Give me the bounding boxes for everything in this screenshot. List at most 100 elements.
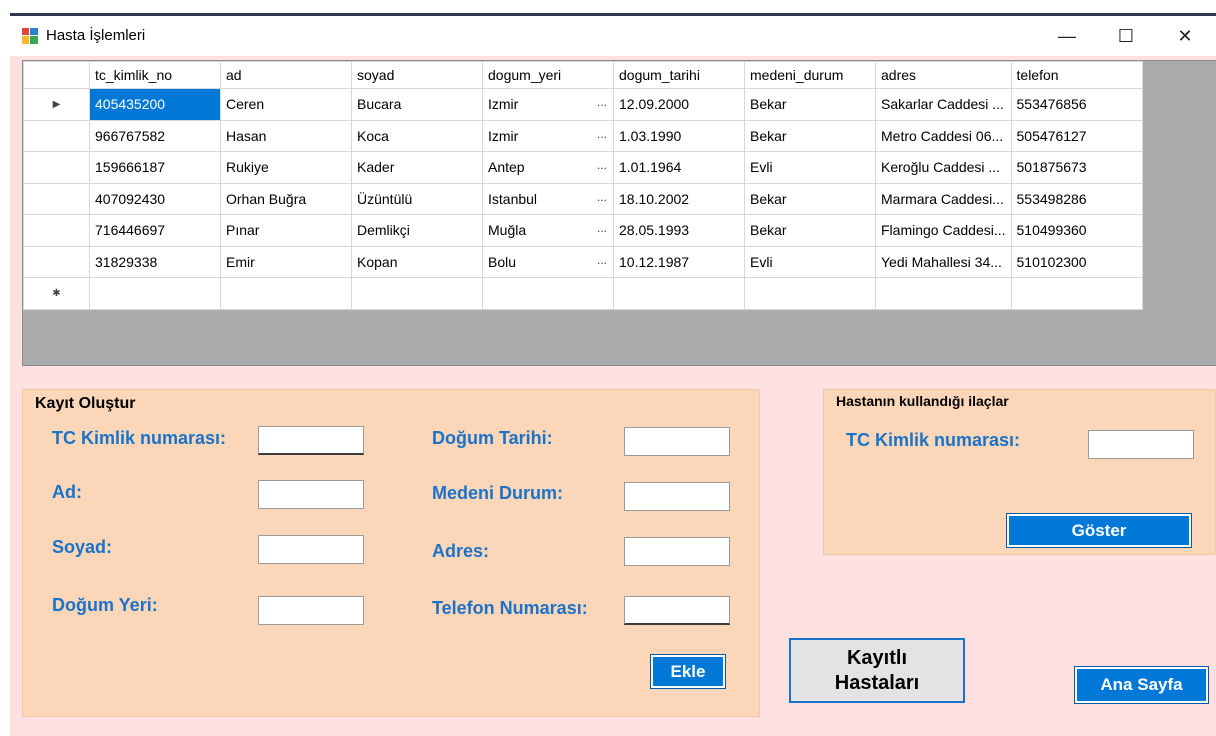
table-row[interactable]: 31829338 Emir Kopan Bolu... 10.12.1987 E…: [23, 245, 1143, 278]
grid-cell[interactable]: [744, 277, 876, 310]
grid-cell[interactable]: 10.12.1987: [613, 245, 745, 278]
ellipsis-button[interactable]: ...: [597, 253, 607, 267]
grid-cell[interactable]: 553476856: [1010, 88, 1143, 121]
maximize-button[interactable]: ☐: [1103, 20, 1149, 52]
grid-cell[interactable]: 505476127: [1010, 119, 1143, 152]
grid-cell[interactable]: Pınar: [220, 214, 352, 247]
grid-cell[interactable]: Izmir...: [482, 88, 614, 121]
ellipsis-button[interactable]: ...: [597, 95, 607, 109]
grid-cell[interactable]: Bekar: [744, 182, 876, 215]
column-header-tc-kimlik-no[interactable]: tc_kimlik_no: [89, 61, 221, 89]
grid-cell[interactable]: Keroğlu Caddesi ...: [875, 151, 1012, 184]
table-row[interactable]: 159666187 Rukiye Kader Antep... 1.01.196…: [23, 151, 1143, 184]
grid-cell[interactable]: 1.03.1990: [613, 119, 745, 152]
patients-data-grid[interactable]: tc_kimlik_no ad soyad dogum_yeri dogum_t…: [22, 60, 1216, 366]
grid-cell[interactable]: 716446697: [89, 214, 221, 247]
grid-cell[interactable]: Evli: [744, 245, 876, 278]
table-row[interactable]: 716446697 Pınar Demlikçi Muğla... 28.05.…: [23, 214, 1143, 247]
grid-cell[interactable]: Yedi Mahallesi 34...: [875, 245, 1012, 278]
telefon-input[interactable]: [624, 596, 730, 625]
column-header-soyad[interactable]: soyad: [351, 61, 483, 89]
grid-cell[interactable]: 405435200: [89, 88, 221, 121]
grid-cell[interactable]: 28.05.1993: [613, 214, 745, 247]
column-header-dogum-yeri[interactable]: dogum_yeri: [482, 61, 614, 89]
grid-cell[interactable]: Bekar: [744, 88, 876, 121]
grid-cell[interactable]: [875, 277, 1012, 310]
grid-cell[interactable]: 12.09.2000: [613, 88, 745, 121]
column-header-ad[interactable]: ad: [220, 61, 352, 89]
row-header[interactable]: [23, 245, 90, 278]
grid-cell[interactable]: Orhan Buğra: [220, 182, 352, 215]
grid-cell[interactable]: Üzüntülü: [351, 182, 483, 215]
grid-cell[interactable]: Bolu...: [482, 245, 614, 278]
grid-cell[interactable]: 510102300: [1010, 245, 1143, 278]
grid-cell[interactable]: [220, 277, 352, 310]
ad-input[interactable]: [258, 480, 364, 509]
ellipsis-button[interactable]: ...: [597, 190, 607, 204]
grid-cell[interactable]: Hasan: [220, 119, 352, 152]
grid-cell[interactable]: Metro Caddesi 06...: [875, 119, 1012, 152]
grid-cell[interactable]: Antep...: [482, 151, 614, 184]
grid-cell[interactable]: 407092430: [89, 182, 221, 215]
grid-corner-header[interactable]: [23, 61, 90, 89]
soyad-input[interactable]: [258, 535, 364, 564]
dogum-tarihi-input[interactable]: [624, 427, 730, 456]
table-row[interactable]: 966767582 Hasan Koca Izmir... 1.03.1990 …: [23, 119, 1143, 152]
new-table-row[interactable]: ✱: [23, 277, 1143, 310]
adres-input[interactable]: [624, 537, 730, 566]
column-header-telefon[interactable]: telefon: [1010, 61, 1143, 89]
grid-cell[interactable]: Istanbul...: [482, 182, 614, 215]
grid-cell[interactable]: [1010, 277, 1143, 310]
grid-cell[interactable]: [89, 277, 221, 310]
current-row-icon[interactable]: ▶: [23, 88, 90, 121]
grid-cell[interactable]: Izmir...: [482, 119, 614, 152]
ana-sayfa-button[interactable]: Ana Sayfa: [1074, 666, 1209, 704]
ellipsis-button[interactable]: ...: [597, 158, 607, 172]
table-row[interactable]: 407092430 Orhan Buğra Üzüntülü Istanbul.…: [23, 182, 1143, 215]
row-header[interactable]: [23, 214, 90, 247]
column-header-adres[interactable]: adres: [875, 61, 1012, 89]
row-header[interactable]: [23, 182, 90, 215]
grid-cell[interactable]: Rukiye: [220, 151, 352, 184]
goster-button[interactable]: Göster: [1006, 513, 1192, 548]
ekle-button[interactable]: Ekle: [650, 654, 726, 689]
grid-cell[interactable]: Demlikçi: [351, 214, 483, 247]
grid-cell[interactable]: Evli: [744, 151, 876, 184]
grid-cell[interactable]: 31829338: [89, 245, 221, 278]
kayitli-hastalar-button[interactable]: Kayıtlı Hastaları: [789, 638, 965, 703]
grid-cell[interactable]: [482, 277, 614, 310]
ilaclar-tc-kimlik-input[interactable]: [1088, 430, 1194, 459]
grid-cell[interactable]: Bekar: [744, 119, 876, 152]
grid-cell[interactable]: Kopan: [351, 245, 483, 278]
grid-cell[interactable]: 159666187: [89, 151, 221, 184]
table-row[interactable]: ▶ 405435200 Ceren Bucara Izmir... 12.09.…: [23, 88, 1143, 121]
grid-cell[interactable]: 1.01.1964: [613, 151, 745, 184]
title-bar[interactable]: Hasta İşlemleri — ☐ ✕: [10, 16, 1216, 56]
row-header[interactable]: [23, 119, 90, 152]
grid-cell[interactable]: Kader: [351, 151, 483, 184]
column-header-medeni-durum[interactable]: medeni_durum: [744, 61, 876, 89]
grid-cell[interactable]: 510499360: [1010, 214, 1143, 247]
grid-cell[interactable]: Flamingo Caddesi...: [875, 214, 1012, 247]
minimize-button[interactable]: —: [1044, 20, 1090, 52]
grid-cell[interactable]: Emir: [220, 245, 352, 278]
grid-cell[interactable]: Muğla...: [482, 214, 614, 247]
ellipsis-button[interactable]: ...: [597, 221, 607, 235]
grid-cell[interactable]: Bekar: [744, 214, 876, 247]
column-header-dogum-tarihi[interactable]: dogum_tarihi: [613, 61, 745, 89]
grid-cell[interactable]: Sakarlar Caddesi ...: [875, 88, 1012, 121]
grid-cell[interactable]: 966767582: [89, 119, 221, 152]
grid-cell[interactable]: Koca: [351, 119, 483, 152]
grid-cell[interactable]: [613, 277, 745, 310]
grid-cell[interactable]: [351, 277, 483, 310]
grid-cell[interactable]: Bucara: [351, 88, 483, 121]
medeni-durum-input[interactable]: [624, 482, 730, 511]
close-button[interactable]: ✕: [1162, 20, 1208, 52]
tc-kimlik-input[interactable]: [258, 426, 364, 455]
dogum-yeri-input[interactable]: [258, 596, 364, 625]
grid-cell[interactable]: 18.10.2002: [613, 182, 745, 215]
grid-cell[interactable]: 501875673: [1010, 151, 1143, 184]
ellipsis-button[interactable]: ...: [597, 127, 607, 141]
grid-cell[interactable]: Ceren: [220, 88, 352, 121]
grid-cell[interactable]: 553498286: [1010, 182, 1143, 215]
